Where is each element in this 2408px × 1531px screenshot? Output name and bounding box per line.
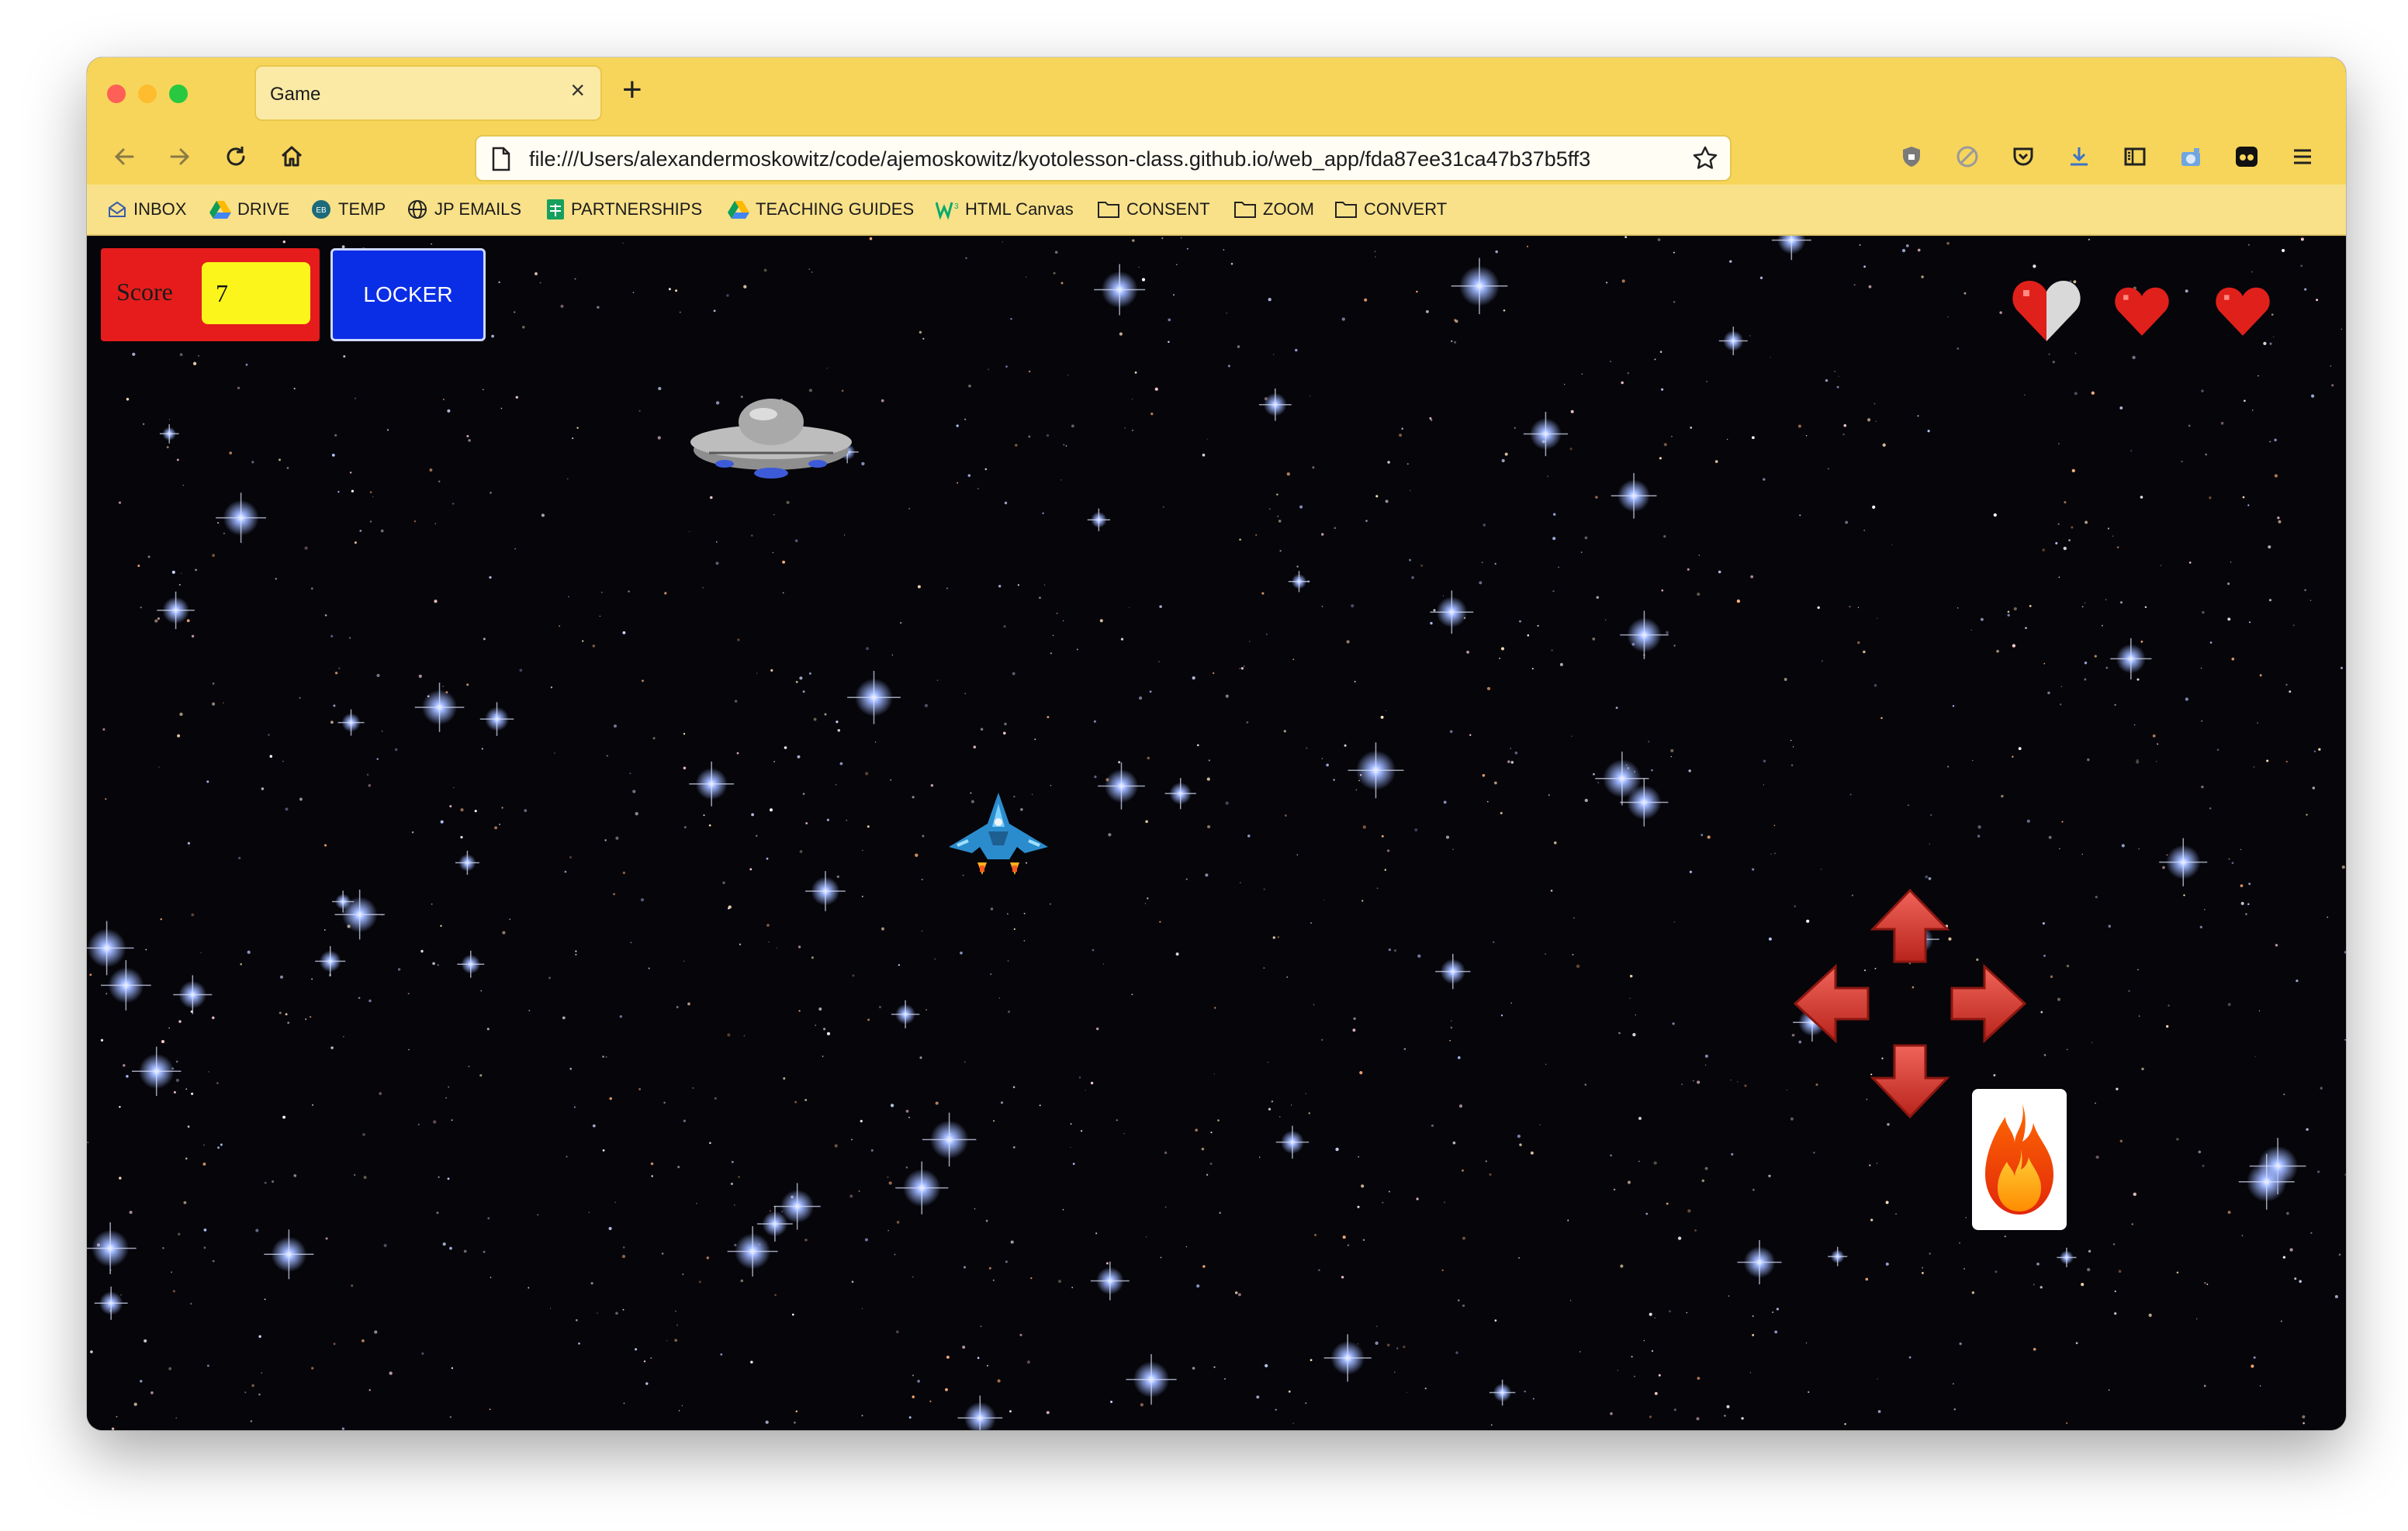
tab-bar: Game × + — [87, 57, 2346, 129]
bookmark-consent[interactable]: CONSENT — [1097, 197, 1210, 222]
bookmark-convert[interactable]: CONVERT — [1334, 197, 1447, 222]
bookmark-inbox[interactable]: INBOX — [107, 197, 186, 222]
globe-icon — [408, 200, 427, 219]
player-ship-sprite — [949, 793, 1048, 875]
shield-icon — [1903, 147, 1920, 167]
bookmark-label: CONVERT — [1364, 199, 1448, 219]
bookmark-jp-emails[interactable]: JP EMAILS — [407, 197, 521, 222]
sidebar-button[interactable] — [2116, 138, 2154, 175]
arrow-right-button[interactable] — [1950, 963, 2026, 1044]
bookmark-label: ZOOM — [1263, 199, 1314, 219]
bookmark-label: DRIVE — [237, 199, 290, 219]
life-heart-full-icon — [2115, 287, 2169, 336]
back-button[interactable] — [106, 138, 143, 175]
bookmark-label: HTML Canvas — [965, 199, 1074, 219]
close-window-button[interactable] — [107, 85, 126, 103]
page-icon — [492, 147, 510, 171]
nav-bar: file:///Users/alexandermoskowitz/code/aj… — [87, 129, 2346, 185]
arrow-up-button[interactable] — [1870, 888, 1950, 963]
mail-icon — [109, 201, 126, 217]
hamburger-menu-icon — [2294, 149, 2311, 164]
bookmarks-bar: INBOX DRIVE EB TEMP JP EMAILS PARTNERSHI… — [87, 185, 2346, 236]
tab-title: Game — [270, 84, 321, 105]
drive-icon — [209, 201, 231, 219]
globe-badge-icon: EB — [312, 200, 330, 219]
locker-button[interactable]: LOCKER — [330, 248, 486, 341]
block-icon — [1956, 146, 1978, 168]
bookmark-label: TEACHING GUIDES — [756, 199, 915, 219]
menu-button[interactable] — [2284, 138, 2321, 175]
pocket-icon — [2013, 147, 2033, 166]
ufo-enemy-sprite — [690, 399, 852, 479]
bookmark-teaching-guides[interactable]: TEACHING GUIDES — [728, 197, 914, 222]
bookmark-zoom[interactable]: ZOOM — [1233, 197, 1314, 222]
bookmark-temp[interactable]: EB TEMP — [310, 197, 386, 222]
extension-icon — [2181, 148, 2200, 166]
w3-icon: 3 — [936, 202, 959, 219]
bookmark-html-canvas[interactable]: 3 HTML Canvas — [936, 197, 1074, 222]
svg-text:EB: EB — [316, 206, 327, 215]
bookmark-partnerships[interactable]: PARTNERSHIPS — [546, 197, 702, 222]
bookmark-label: TEMP — [338, 199, 386, 219]
private-mask-button[interactable] — [2228, 138, 2265, 175]
tab-game[interactable]: Game × — [254, 65, 602, 121]
arrow-down-button[interactable] — [1870, 1044, 1950, 1119]
game-canvas[interactable]: Score LOCKER — [87, 236, 2346, 1430]
score-label: Score — [116, 278, 173, 306]
life-heart-half-icon — [2012, 281, 2081, 341]
address-bar[interactable]: file:///Users/alexandermoskowitz/code/aj… — [475, 135, 1732, 181]
bookmark-label: INBOX — [133, 199, 187, 219]
sidebar-icon — [2124, 147, 2146, 166]
forward-button[interactable] — [161, 138, 199, 175]
folder-icon — [1098, 202, 1119, 218]
url-text: file:///Users/alexandermoskowitz/code/aj… — [529, 147, 1591, 171]
new-tab-button[interactable]: + — [622, 73, 642, 107]
score-field[interactable] — [202, 262, 310, 324]
tracking-protection-button[interactable] — [1893, 138, 1930, 175]
reload-button[interactable] — [217, 138, 254, 175]
forward-arrow-icon — [170, 148, 190, 165]
blocker-button[interactable] — [1949, 138, 1986, 175]
bookmark-label: CONSENT — [1126, 199, 1210, 219]
back-arrow-icon — [114, 148, 134, 165]
reload-icon — [227, 147, 245, 166]
flame-icon — [1985, 1104, 2053, 1215]
extension-button[interactable] — [2172, 138, 2209, 175]
minimize-window-button[interactable] — [138, 85, 157, 103]
home-button[interactable] — [273, 138, 310, 175]
mask-icon — [2236, 147, 2258, 167]
downloads-button[interactable] — [2060, 138, 2098, 175]
download-icon — [2071, 147, 2088, 166]
score-panel: Score — [101, 248, 320, 341]
sheets-icon — [547, 199, 564, 219]
arrow-left-button[interactable] — [1794, 963, 1870, 1044]
drive-icon — [728, 201, 749, 219]
bookmark-star-icon[interactable] — [1691, 144, 1719, 172]
zoom-window-button[interactable] — [169, 85, 188, 103]
life-heart-full-icon — [2216, 287, 2270, 336]
pocket-button[interactable] — [2005, 138, 2042, 175]
bookmark-label: PARTNERSHIPS — [571, 199, 703, 219]
bookmark-label: JP EMAILS — [434, 199, 522, 219]
fire-button[interactable] — [1972, 1089, 2067, 1230]
folder-icon — [1234, 202, 1256, 218]
starfield-background — [87, 236, 2346, 1430]
arrow-controls — [1794, 888, 2026, 1119]
svg-text:3: 3 — [954, 202, 959, 211]
home-icon — [281, 146, 303, 167]
browser-window: Game × + file:///Users/alexandermoskowit… — [87, 57, 2346, 1430]
folder-icon — [1335, 202, 1357, 218]
tab-close-icon[interactable]: × — [570, 78, 585, 102]
bookmark-drive[interactable]: DRIVE — [209, 197, 289, 222]
